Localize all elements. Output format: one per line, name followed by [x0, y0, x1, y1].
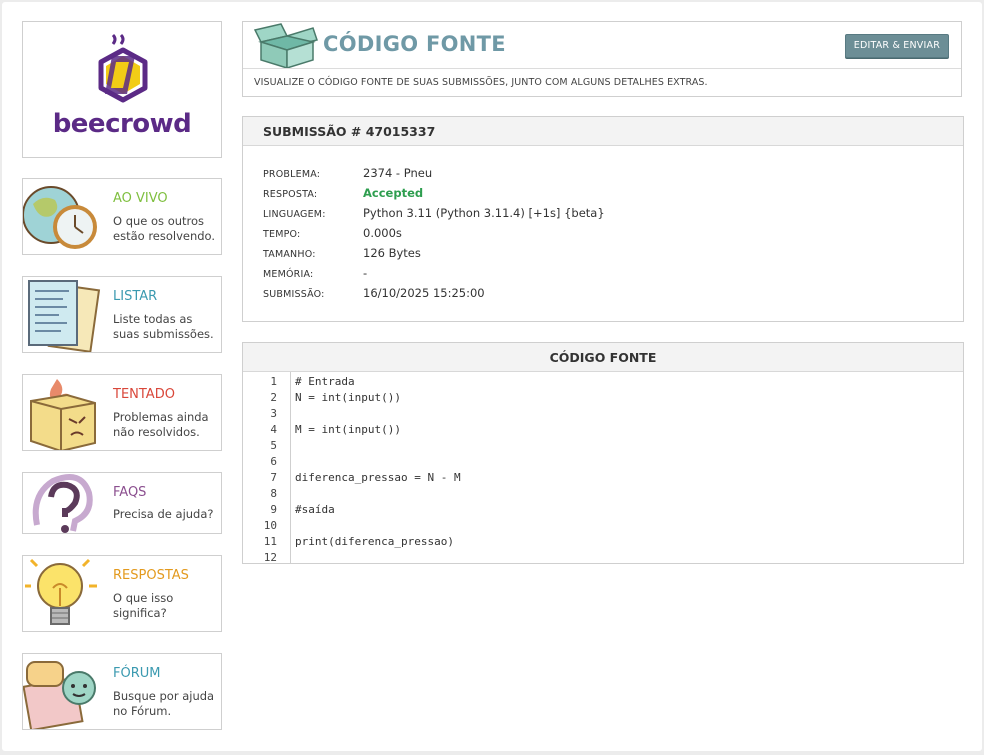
line-number: 4 — [270, 423, 277, 436]
field-tempo: TEMPO: 0.000s — [263, 226, 943, 246]
submission-panel: SUBMISSÃO # 47015337 PROBLEMA: 2374 - Pn… — [242, 116, 964, 322]
line-number: 7 — [270, 471, 277, 484]
field-problema: PROBLEMA: 2374 - Pneu — [263, 166, 943, 186]
papers-icon — [23, 277, 103, 352]
globe-clock-icon — [23, 179, 103, 254]
field-value: Python 3.11 (Python 3.11.4) [+1s] {beta} — [363, 206, 605, 220]
field-label: SUBMISSÃO: — [263, 289, 325, 300]
card-desc: Liste todas as suas submissões. — [113, 312, 214, 341]
line-number: 8 — [270, 487, 277, 500]
field-submissao: SUBMISSÃO: 16/10/2025 15:25:00 — [263, 286, 943, 306]
card-desc: O que os outros estão resolvendo. — [113, 214, 216, 243]
field-label: TAMANHO: — [263, 249, 316, 260]
card-desc: Problemas ainda não resolvidos. — [113, 410, 209, 439]
sidebar-card-ao-vivo[interactable]: AO VIVO O que os outros estão resolvendo… — [22, 178, 222, 255]
card-desc: Busque por ajuda no Fórum. — [113, 689, 215, 718]
sidebar-card-forum[interactable]: FÓRUM Busque por ajuda no Fórum. — [22, 653, 222, 730]
field-value: 126 Bytes — [363, 246, 421, 260]
page-title: CÓDIGO FONTE — [323, 32, 506, 56]
code-line: # Entrada — [295, 375, 355, 388]
field-label: RESPOSTA: — [263, 189, 318, 200]
field-linguagem: LINGUAGEM: Python 3.11 (Python 3.11.4) [… — [263, 206, 943, 226]
speech-bubbles-icon — [23, 654, 103, 729]
code-line: N = int(input()) — [295, 391, 401, 404]
card-title: FAQS — [113, 485, 147, 500]
code-line: diferenca_pressao = N - M — [295, 471, 461, 484]
field-label: MEMÓRIA: — [263, 269, 314, 280]
line-number: 12 — [263, 551, 277, 564]
card-desc: O que isso significa? — [113, 591, 174, 620]
page-header: CÓDIGO FONTE EDITAR & ENVIAR VISUALIZE O… — [242, 21, 962, 97]
sidebar-card-listar[interactable]: LISTAR Liste todas as suas submissões. — [22, 276, 222, 353]
line-number: 1 — [270, 375, 277, 388]
code-line: #saída — [295, 503, 335, 516]
angry-box-icon — [23, 375, 103, 450]
status-badge: Accepted — [363, 186, 424, 200]
lightbulb-icon — [23, 556, 103, 631]
page-subtitle: VISUALIZE O CÓDIGO FONTE DE SUAS SUBMISS… — [254, 77, 708, 88]
beecrowd-logo[interactable]: beecrowd — [22, 21, 222, 158]
card-title: TENTADO — [113, 387, 175, 402]
sidebar-card-tentado[interactable]: TENTADO Problemas ainda não resolvidos. — [22, 374, 222, 451]
line-number: 2 — [270, 391, 277, 404]
edit-and-submit-button[interactable]: EDITAR & ENVIAR — [844, 34, 949, 58]
field-resposta: RESPOSTA: Accepted — [263, 186, 943, 206]
card-desc: Precisa de ajuda? — [113, 507, 214, 521]
open-box-icon — [253, 23, 318, 68]
sidebar-card-faqs[interactable]: FAQS Precisa de ajuda? — [22, 472, 222, 534]
question-mark-icon — [23, 473, 103, 533]
field-tamanho: TAMANHO: 126 Bytes — [263, 246, 943, 266]
card-title: AO VIVO — [113, 191, 168, 206]
field-value: 16/10/2025 15:25:00 — [363, 286, 485, 300]
line-number: 3 — [270, 407, 277, 420]
field-value: 0.000s — [363, 226, 402, 240]
card-title: LISTAR — [113, 289, 158, 304]
card-title: FÓRUM — [113, 666, 161, 681]
page: beecrowd AO VIVO O que os outros estão r… — [2, 2, 982, 751]
sidebar-card-respostas[interactable]: RESPOSTAS O que isso significa? — [22, 555, 222, 632]
field-label: TEMPO: — [263, 229, 301, 240]
field-label: LINGUAGEM: — [263, 209, 326, 220]
code-line: M = int(input()) — [295, 423, 401, 436]
line-number: 10 — [263, 519, 277, 532]
card-title: RESPOSTAS — [113, 568, 189, 583]
header-top: CÓDIGO FONTE EDITAR & ENVIAR — [243, 22, 961, 69]
code-line: print(diferenca_pressao) — [295, 535, 454, 548]
problem-link[interactable]: 2374 - Pneu — [363, 166, 432, 180]
field-value: - — [363, 266, 368, 280]
source-code-panel: CÓDIGO FONTE 1 # Entrada 2 N = int(input())… — [242, 342, 964, 564]
line-number: 5 — [270, 439, 277, 452]
source-code-heading: CÓDIGO FONTE — [243, 343, 963, 372]
line-number: 6 — [270, 455, 277, 468]
field-memoria: MEMÓRIA: - — [263, 266, 943, 286]
line-number: 9 — [270, 503, 277, 516]
submission-heading: SUBMISSÃO # 47015337 — [243, 117, 963, 146]
line-number: 11 — [263, 535, 277, 548]
logo-text: beecrowd — [52, 109, 192, 139]
field-label: PROBLEMA: — [263, 169, 321, 180]
